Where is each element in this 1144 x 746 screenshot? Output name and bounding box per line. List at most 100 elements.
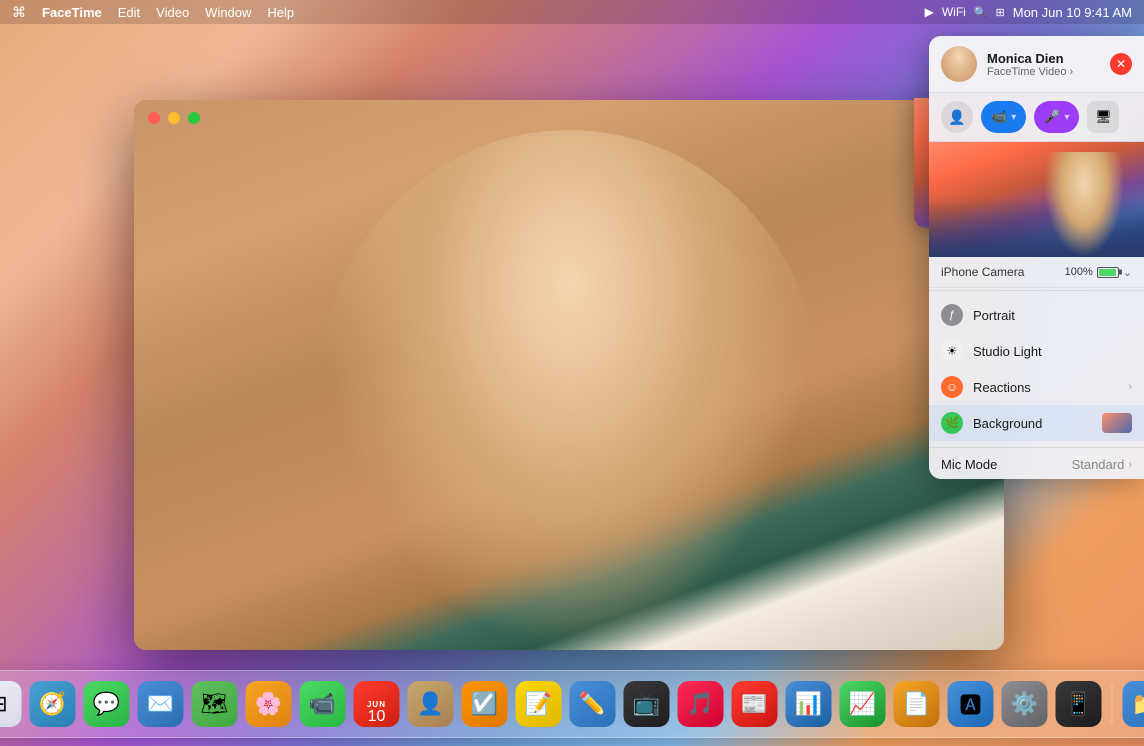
portrait-menu-item[interactable]: ƒ Portrait bbox=[929, 297, 1144, 333]
dock-icon-safari[interactable]: 🧭 bbox=[28, 679, 78, 729]
messages-glyph: 💬 bbox=[93, 691, 120, 717]
camera-row-chevron: ⌄ bbox=[1123, 266, 1132, 279]
dock-icon-notes[interactable]: 📝 bbox=[514, 679, 564, 729]
portrait-icon-glyph: ƒ bbox=[949, 309, 955, 321]
background-menu-item[interactable]: 🌿 Background bbox=[929, 405, 1144, 441]
dock-icon-freeform[interactable]: ✏️ bbox=[568, 679, 618, 729]
safari-glyph: 🧭 bbox=[39, 691, 66, 717]
control-center-icon[interactable]: ⊞ bbox=[996, 6, 1005, 19]
call-type: FaceTime Video › bbox=[987, 66, 1110, 78]
video-button[interactable]: 📹 ▾ bbox=[981, 101, 1026, 133]
appstore-glyph: 🅰 bbox=[959, 688, 981, 720]
mic-mode-row[interactable]: Mic Mode Standard › bbox=[929, 450, 1144, 479]
dock-icon-music[interactable]: 🎵 bbox=[676, 679, 726, 729]
screen-icon: 🖥 bbox=[1095, 109, 1112, 125]
dock-icon-news[interactable]: 📰 bbox=[730, 679, 780, 729]
battery-indicator: 100% bbox=[1065, 266, 1119, 278]
video-icon: 📹 bbox=[991, 109, 1007, 125]
minimize-button[interactable] bbox=[168, 112, 180, 124]
camera-source-row[interactable]: iPhone Camera 100% ⌄ bbox=[929, 257, 1144, 288]
video-preview bbox=[929, 142, 1144, 257]
avatar bbox=[941, 46, 977, 82]
dock-icon-reminders[interactable]: ☑️ bbox=[460, 679, 510, 729]
calendar-icon: JUN 10 bbox=[354, 681, 400, 727]
contact-info: Monica Dien FaceTime Video › bbox=[987, 51, 1110, 78]
studio-light-icon: ☀ bbox=[941, 340, 963, 362]
safari-icon: 🧭 bbox=[30, 681, 76, 727]
menubar-datetime: Mon Jun 10 9:41 AM bbox=[1013, 5, 1132, 20]
panel-menu: ƒ Portrait ☀ Studio Light ☺ Reactions › … bbox=[929, 293, 1144, 445]
reactions-menu-item[interactable]: ☺ Reactions › bbox=[929, 369, 1144, 405]
dock-icon-messages[interactable]: 💬 bbox=[82, 679, 132, 729]
traffic-lights bbox=[148, 112, 200, 124]
apple-menu[interactable]: ⌘ bbox=[12, 4, 26, 21]
screen-share-button[interactable]: 🖥 bbox=[1087, 101, 1119, 133]
mic-chevron: ▾ bbox=[1064, 112, 1069, 123]
dock-icon-contacts[interactable]: 👤 bbox=[406, 679, 456, 729]
panel-controls: 👤 📹 ▾ 🎤 ▾ 🖥 bbox=[929, 93, 1144, 142]
dock-icon-photos[interactable]: 🌸 bbox=[244, 679, 294, 729]
messages-icon: 💬 bbox=[84, 681, 130, 727]
mic-button[interactable]: 🎤 ▾ bbox=[1034, 101, 1079, 133]
dock-separator bbox=[1112, 684, 1113, 724]
studio-light-glyph: ☀ bbox=[947, 344, 958, 358]
contact-name: Monica Dien bbox=[987, 51, 1110, 66]
music-glyph: 🎵 bbox=[687, 691, 714, 717]
preview-person bbox=[1044, 152, 1124, 257]
background-icon: 🌿 bbox=[941, 412, 963, 434]
maps-icon: 🗺 bbox=[192, 681, 238, 727]
reactions-label: Reactions bbox=[973, 380, 1128, 395]
reactions-glyph: ☺ bbox=[946, 380, 958, 394]
dock-icon-settings[interactable]: ⚙️ bbox=[1000, 679, 1050, 729]
news-glyph: 📰 bbox=[741, 691, 768, 717]
video-chevron: ▾ bbox=[1011, 112, 1016, 123]
dock-icon-keynote[interactable]: 📊 bbox=[784, 679, 834, 729]
dock: ⊞ 🧭 💬 ✉️ 🗺 🌸 📹 JUN 10 bbox=[0, 670, 1144, 738]
calendar-day: 10 bbox=[368, 709, 386, 725]
menubar-help[interactable]: Help bbox=[267, 5, 294, 20]
dock-icon-mail[interactable]: ✉️ bbox=[136, 679, 186, 729]
contacts-icon: 👤 bbox=[408, 681, 454, 727]
avatar-image bbox=[941, 46, 977, 82]
reactions-chevron: › bbox=[1128, 381, 1132, 393]
search-icon[interactable]: 🔍 bbox=[974, 6, 988, 19]
appletv-icon: 📺 bbox=[624, 681, 670, 727]
dock-icon-numbers[interactable]: 📈 bbox=[838, 679, 888, 729]
dock-icon-facetime[interactable]: 📹 bbox=[298, 679, 348, 729]
dock-icon-appstore[interactable]: 🅰 bbox=[946, 679, 996, 729]
person-button[interactable]: 👤 bbox=[941, 101, 973, 133]
dock-icon-maps[interactable]: 🗺 bbox=[190, 679, 240, 729]
battery-tip bbox=[1119, 270, 1122, 275]
divider-1 bbox=[929, 290, 1144, 291]
mail-glyph: ✉️ bbox=[147, 691, 174, 717]
mic-icon: 🎤 bbox=[1044, 109, 1060, 125]
dock-icon-calendar[interactable]: JUN 10 bbox=[352, 679, 402, 729]
battery-fill bbox=[1099, 269, 1116, 276]
dock-icon-folder[interactable]: 📁 bbox=[1121, 679, 1144, 729]
wifi-signal-icon: WiFi bbox=[942, 5, 966, 19]
menubar-edit[interactable]: Edit bbox=[118, 5, 140, 20]
numbers-glyph: 📈 bbox=[849, 691, 876, 717]
studio-light-menu-item[interactable]: ☀ Studio Light bbox=[929, 333, 1144, 369]
control-panel: Monica Dien FaceTime Video › ✕ 👤 📹 ▾ 🎤 ▾… bbox=[929, 36, 1144, 479]
iphone-glyph: 📱 bbox=[1065, 691, 1092, 717]
close-button[interactable] bbox=[148, 112, 160, 124]
menubar-video[interactable]: Video bbox=[156, 5, 189, 20]
menubar-window[interactable]: Window bbox=[205, 5, 251, 20]
dock-icon-pages[interactable]: 📄 bbox=[892, 679, 942, 729]
background-thumbnail bbox=[1102, 413, 1132, 433]
freeform-icon: ✏️ bbox=[570, 681, 616, 727]
folder-icon: 📁 bbox=[1123, 681, 1144, 727]
reminders-icon: ☑️ bbox=[462, 681, 508, 727]
menubar-app-name[interactable]: FaceTime bbox=[42, 5, 102, 20]
dock-icon-launchpad[interactable]: ⊞ bbox=[0, 679, 24, 729]
studio-light-label: Studio Light bbox=[973, 344, 1132, 359]
dock-icon-appletv[interactable]: 📺 bbox=[622, 679, 672, 729]
close-call-button[interactable]: ✕ bbox=[1110, 53, 1132, 75]
settings-icon: ⚙️ bbox=[1002, 681, 1048, 727]
fullscreen-button[interactable] bbox=[188, 112, 200, 124]
settings-glyph: ⚙️ bbox=[1011, 691, 1038, 717]
dock-icon-iphone[interactable]: 📱 bbox=[1054, 679, 1104, 729]
freeform-glyph: ✏️ bbox=[579, 691, 606, 717]
pages-icon: 📄 bbox=[894, 681, 940, 727]
